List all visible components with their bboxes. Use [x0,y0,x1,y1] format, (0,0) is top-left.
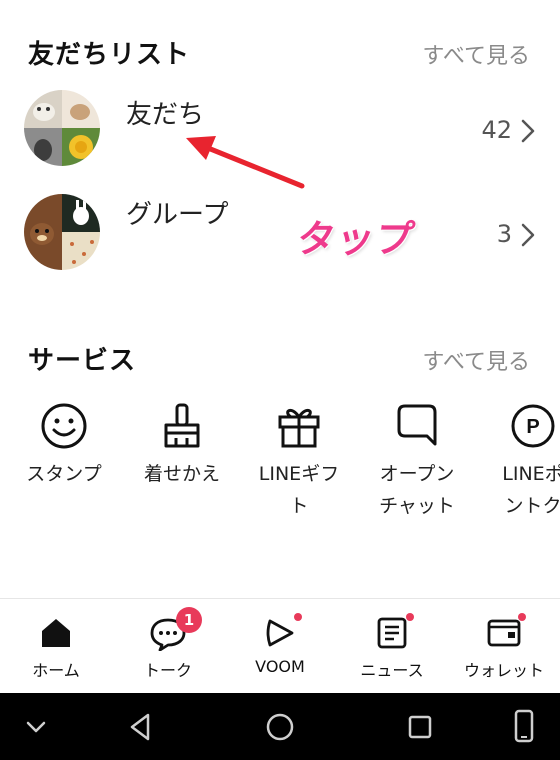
wallet-icon [487,619,521,647]
friends-row[interactable]: 友だち 42 [0,88,560,178]
bottom-nav: ホーム 1 トーク VOOM ニュース ウォレット [0,598,560,693]
home-circle-icon[interactable] [250,693,310,760]
gift-icon [278,408,320,448]
friend-list-see-all-link[interactable]: すべて見る [422,38,530,70]
notification-dot [294,613,302,621]
groups-row[interactable]: グループ 3 [0,192,560,282]
nav-label: ニュース [360,661,424,680]
system-nav-bar [0,693,560,760]
back-icon[interactable] [110,693,170,760]
nav-wallet[interactable]: ウォレット [448,599,560,694]
chevron-right-icon [521,223,535,247]
services-title: サービス [28,346,137,376]
groups-count: 3 [496,220,512,248]
nav-news[interactable]: ニュース [336,599,448,694]
phone-rotate-icon[interactable] [494,693,554,760]
service-theme[interactable]: 着せかえ [127,390,237,490]
recents-icon[interactable] [390,693,450,760]
notification-dot [406,613,414,621]
groups-avatar [24,194,100,270]
nav-voom[interactable]: VOOM [224,599,336,694]
service-stamp[interactable]: スタンプ [9,390,119,490]
notification-dot [518,613,526,621]
voom-icon [266,619,294,647]
news-icon-wrap [372,613,414,651]
service-points[interactable]: P LINEポ ントク [478,390,560,522]
points-icon: P [511,404,555,448]
service-label: LINEギフ ト [258,463,340,517]
services-see-all-link[interactable]: すべて見る [422,344,530,376]
friends-avatar-image [24,90,100,166]
svg-text:P: P [526,416,539,438]
service-gift[interactable]: LINEギフ ト [244,390,354,522]
friends-count: 42 [481,116,512,144]
brush-icon [164,403,200,448]
home-icon [42,619,70,647]
nav-label: トーク [143,661,192,680]
smiley-icon [41,403,87,449]
unread-badge: 1 [176,607,202,633]
news-icon [377,617,407,649]
chevron-down-icon[interactable] [6,693,66,760]
services-list: スタンプ 着せかえ LINEギフ ト オープン チャット P LINEポ ントク [0,390,560,530]
groups-avatar-image [24,194,100,270]
nav-label: VOOM [255,657,305,676]
nav-talk[interactable]: 1 トーク [112,599,224,694]
service-label: スタンプ [26,463,102,485]
nav-label: ウォレット [463,661,544,680]
chevron-right-icon [521,119,535,143]
friends-label: 友だち [126,100,205,130]
service-label: オープン チャット [379,463,455,517]
voom-icon-wrap [260,613,302,651]
services-header: サービス すべて見る [0,340,560,380]
service-open-chat[interactable]: オープン チャット [362,390,472,522]
service-label: LINEポ ントク [502,463,560,517]
service-label: 着せかえ [143,463,220,485]
chat-bubble-icon [397,404,437,446]
nav-home[interactable]: ホーム [0,599,112,694]
tap-annotation: タップ [294,217,418,261]
friend-list-title: 友だちリスト [28,40,191,70]
talk-icon-wrap: 1 [148,607,202,652]
friend-list-header: 友だちリスト すべて見る [0,34,560,74]
friends-avatar [24,90,100,166]
wallet-icon-wrap [484,613,526,651]
nav-label: ホーム [32,661,80,680]
groups-label: グループ [126,200,229,230]
